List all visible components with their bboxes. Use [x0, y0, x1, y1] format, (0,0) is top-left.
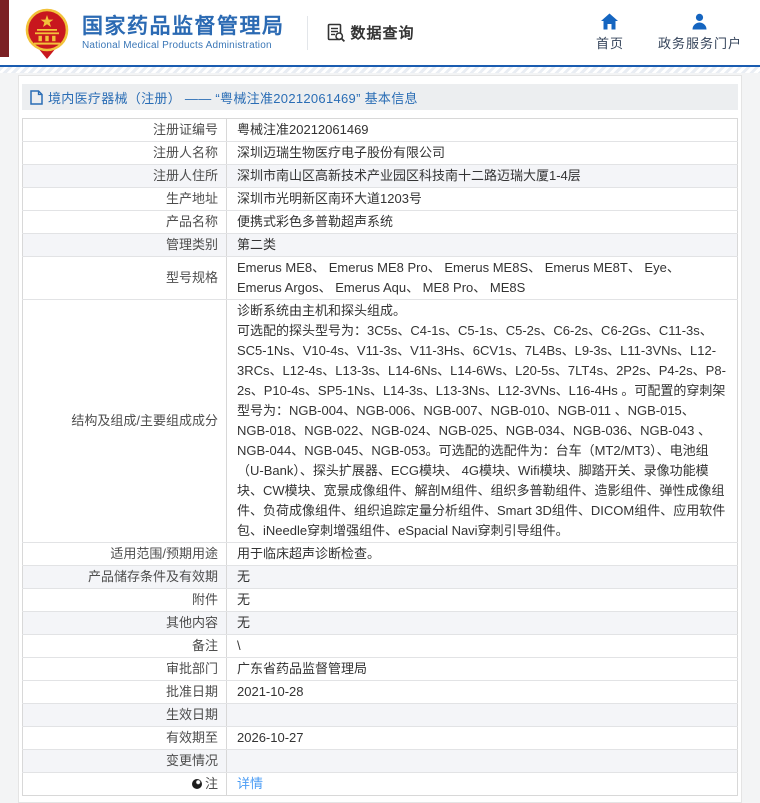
table-row: 注 详情: [22, 772, 738, 796]
row-label: 附件: [22, 588, 227, 612]
row-value: 用于临床超声诊断检查。: [226, 542, 738, 566]
data-query-link[interactable]: 数据查询: [326, 22, 415, 43]
detail-link[interactable]: 详情: [237, 776, 263, 791]
table-row: 注册证编号 粤械注准20212061469: [22, 118, 738, 142]
table-row: 有效期至 2026-10-27: [22, 726, 738, 750]
table-row: 注册人住所 深圳市南山区高新技术产业园区科技南十二路迈瑞大厦1-4层: [22, 164, 738, 188]
header-nav: 首页 政务服务门户: [596, 13, 760, 52]
row-label: 生效日期: [22, 703, 227, 727]
row-value: [226, 703, 738, 727]
row-value: 诊断系统由主机和探头组成。 可选配的探头型号为：3C5s、C4-1s、C5-1s…: [226, 299, 738, 543]
table-row: 审批部门 广东省药品监督管理局: [22, 657, 738, 681]
table-row: 产品储存条件及有效期 无: [22, 565, 738, 589]
site-header: 国家药品监督管理局 National Medical Products Admi…: [0, 0, 760, 67]
document-icon: [30, 89, 43, 105]
row-value: 无: [226, 588, 738, 612]
table-row: 附件 无: [22, 588, 738, 612]
home-icon: [601, 13, 619, 30]
header-left-maroon-strip: [0, 0, 9, 57]
row-label: 生产地址: [22, 187, 227, 211]
table-row: 注册人名称 深圳迈瑞生物医疗电子股份有限公司: [22, 141, 738, 165]
row-value: [226, 749, 738, 773]
row-label: 产品名称: [22, 210, 227, 234]
row-value: 详情: [227, 773, 738, 796]
row-label: 注册人住所: [22, 164, 227, 188]
registration-info-table: 注册证编号 粤械注准20212061469 注册人名称 深圳迈瑞生物医疗电子股份…: [22, 118, 738, 796]
data-query-doc-search-icon: [327, 23, 345, 42]
row-value: 深圳迈瑞生物医疗电子股份有限公司: [226, 141, 738, 165]
row-label: 适用范围/预期用途: [22, 542, 227, 566]
row-label: 批准日期: [22, 680, 227, 704]
row-label: 其他内容: [22, 611, 227, 635]
row-label: 型号规格: [22, 256, 227, 300]
nav-home-label: 首页: [595, 36, 624, 51]
table-row: 其他内容 无: [22, 611, 738, 635]
site-subtitle: National Medical Products Administration: [82, 39, 272, 51]
content-panel: 境内医疗器械（注册） —— “粤械注准20212061469” 基本信息 注册证…: [18, 75, 742, 803]
table-row: 备注 \: [22, 634, 738, 658]
row-label: 备注: [22, 634, 227, 658]
breadcrumb: 境内医疗器械（注册） —— “粤械注准20212061469” 基本信息: [22, 84, 738, 110]
row-label: 注: [22, 772, 227, 796]
row-value: 深圳市南山区高新技术产业园区科技南十二路迈瑞大厦1-4层: [226, 164, 738, 188]
table-row: 型号规格 Emerus ME8、 Emerus ME8 Pro、 Emerus …: [22, 256, 738, 300]
row-label: 注册人名称: [22, 141, 227, 165]
row-value: \: [226, 634, 738, 658]
nav-gov-service-portal-label: 政务服务门户: [657, 36, 742, 51]
table-row: 结构及组成/主要组成成分 诊断系统由主机和探头组成。 可选配的探头型号为：3C5…: [22, 299, 738, 543]
row-value: 无: [226, 611, 738, 635]
header-texture-strip: [0, 67, 760, 73]
row-value: 第二类: [226, 233, 738, 257]
row-label: 审批部门: [22, 657, 227, 681]
national-emblem-logo: [25, 8, 69, 59]
row-label: 管理类别: [22, 233, 227, 257]
nav-gov-service-portal[interactable]: 政务服务门户: [658, 13, 742, 52]
row-label: 注册证编号: [22, 118, 227, 142]
row-label: 产品储存条件及有效期: [22, 565, 227, 589]
row-value: 无: [226, 565, 738, 589]
table-row: 适用范围/预期用途 用于临床超声诊断检查。: [22, 542, 738, 566]
site-title: 国家药品监督管理局: [82, 14, 285, 38]
row-label: 变更情况: [22, 749, 227, 773]
row-value: 便携式彩色多普勒超声系统: [226, 210, 738, 234]
row-value: 2021-10-28: [226, 680, 738, 704]
header-divider: [306, 15, 308, 50]
table-row: 生效日期: [22, 703, 738, 727]
data-query-label: 数据查询: [350, 25, 415, 42]
row-value: 2026-10-27: [226, 726, 738, 750]
table-row: 产品名称 便携式彩色多普勒超声系统: [22, 210, 738, 234]
row-value: 粤械注准20212061469: [226, 118, 738, 142]
row-label: 结构及组成/主要组成成分: [22, 299, 227, 543]
note-icon: [191, 779, 202, 789]
table-row: 批准日期 2021-10-28: [22, 680, 738, 704]
user-icon: [692, 13, 707, 30]
breadcrumb-text: 境内医疗器械（注册） —— “粤械注准20212061469” 基本信息: [48, 90, 418, 106]
brand-block: 国家药品监督管理局 National Medical Products Admi…: [82, 15, 285, 51]
row-value: 广东省药品监督管理局: [226, 657, 738, 681]
table-row: 管理类别 第二类: [22, 233, 738, 257]
table-row: 生产地址 深圳市光明新区南环大道1203号: [22, 187, 738, 211]
table-row: 变更情况: [22, 749, 738, 773]
info-table-body: 注册证编号 粤械注准20212061469 注册人名称 深圳迈瑞生物医疗电子股份…: [22, 118, 738, 796]
nav-home[interactable]: 首页: [596, 13, 624, 52]
row-label: 有效期至: [22, 726, 227, 750]
row-value: 深圳市光明新区南环大道1203号: [226, 187, 738, 211]
row-value: Emerus ME8、 Emerus ME8 Pro、 Emerus ME8S、…: [226, 256, 738, 300]
